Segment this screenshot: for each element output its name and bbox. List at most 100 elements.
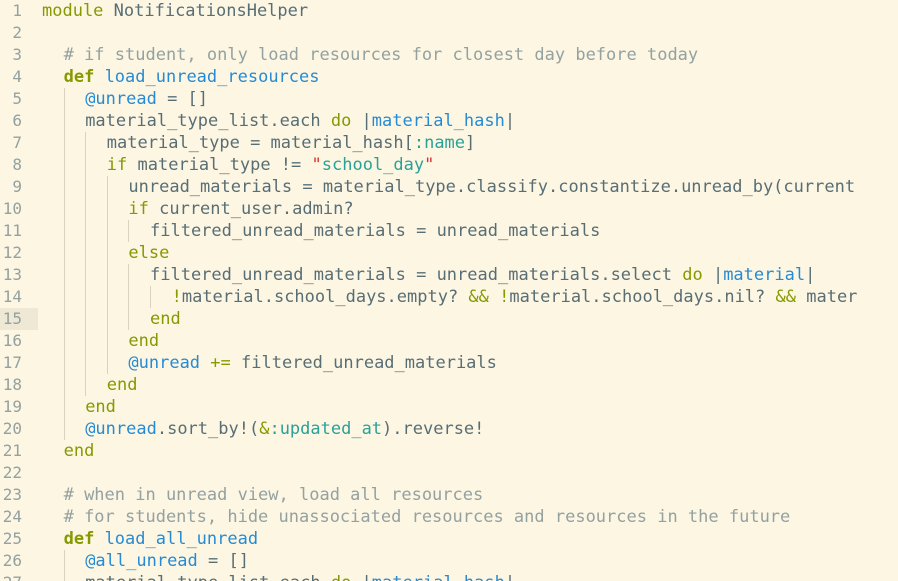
indent-guide (106, 330, 108, 352)
code-token: | (702, 265, 724, 285)
code-token: material_type_list.each (85, 573, 331, 581)
code-token: # if student, only load resources for cl… (63, 45, 699, 65)
code-line[interactable]: 18 end (0, 374, 898, 396)
code-line[interactable]: 10 if current_user.admin? (0, 198, 898, 220)
line-number: 1 (12, 1, 22, 20)
line-number: 15 (2, 309, 22, 328)
indent-guide (63, 330, 65, 352)
code-token: @unread (85, 89, 157, 109)
indent-guide (63, 242, 65, 264)
code-line[interactable]: 16 end (0, 330, 898, 352)
line-number: 12 (2, 243, 22, 262)
code-token: | (351, 111, 372, 131)
line-number: 19 (2, 397, 22, 416)
indent-guide (106, 286, 108, 308)
line-code: if current_user.admin? (128, 198, 353, 220)
code-token: | (805, 265, 816, 285)
code-line[interactable]: 11 filtered_unread_materials = unread_mat… (0, 220, 898, 242)
indent-guide (106, 176, 108, 198)
code-line[interactable]: 19 end (0, 396, 898, 418)
code-line[interactable]: 26 @all_unread = [] (0, 550, 898, 572)
code-line[interactable]: 14 !material.school_days.empty? && !mater… (0, 286, 898, 308)
indent-guide (63, 396, 65, 418)
code-line[interactable]: 15 end (0, 308, 898, 330)
indent-guide (106, 242, 108, 264)
indent-guide (63, 264, 65, 286)
indent-guide (85, 308, 87, 330)
code-line[interactable]: 22 (0, 462, 898, 484)
line-number: 8 (12, 155, 22, 174)
code-token: end (106, 375, 138, 395)
code-line[interactable]: 27 material_type_list.each do |material_h… (0, 572, 898, 581)
code-token: end (63, 441, 95, 461)
line-code: !material.school_days.empty? && !materia… (172, 286, 858, 308)
line-number: 27 (0, 572, 22, 581)
code-line[interactable]: 1 module NotificationsHelper (0, 0, 898, 22)
code-token: material.school_days.empty? (181, 287, 469, 307)
code-line[interactable]: 4 def load_unread_resources (0, 66, 898, 88)
code-token: else (128, 243, 170, 263)
line-code: @unread += filtered_unread_materials (128, 352, 497, 374)
indent-guide (63, 286, 65, 308)
code-token: material_type_list.each (85, 111, 331, 131)
code-line[interactable]: 24 # for students, hide unassociated reso… (0, 506, 898, 528)
code-token: " (311, 155, 322, 175)
code-token: ).reverse! (382, 419, 485, 439)
code-line[interactable]: 12 else (0, 242, 898, 264)
code-token: end (85, 397, 116, 417)
code-token: && (775, 287, 796, 307)
code-line[interactable]: 9 unread_materials = material_type.classi… (0, 176, 898, 198)
code-line[interactable]: 6 material_type_list.each do |material_ha… (0, 110, 898, 132)
line-code: end (150, 308, 181, 330)
code-line[interactable]: 21 end (0, 440, 898, 462)
code-line[interactable]: 2 (0, 22, 898, 44)
code-token: " (424, 155, 435, 175)
code-token: end (150, 309, 181, 329)
code-line[interactable]: 7 material_type = material_hash[:name] (0, 132, 898, 154)
indent-guide (63, 418, 65, 440)
code-line[interactable]: 3 # if student, only load resources for c… (0, 44, 898, 66)
code-line[interactable]: 5 @unread = [] (0, 88, 898, 110)
indent-guide (63, 132, 65, 154)
line-number: 21 (2, 441, 22, 460)
line-number: 26 (2, 551, 22, 570)
code-token: material_type = material_hash[ (106, 133, 414, 153)
line-code: material_type = material_hash[:name] (107, 132, 475, 154)
line-code: def load_unread_resources (64, 66, 320, 88)
code-token: module (42, 1, 104, 21)
indent-guide (63, 110, 65, 132)
code-line[interactable]: 8 if material_type != "school_day" (0, 154, 898, 176)
line-code: else (128, 242, 169, 264)
line-code: end (85, 396, 116, 418)
code-token: unread_materials = material_type.classif… (128, 177, 856, 197)
code-line[interactable]: 20 @unread.sort_by!(&:updated_at).reverse… (0, 418, 898, 440)
code-line[interactable]: 25 def load_all_unread (0, 528, 898, 550)
code-token: end (128, 331, 160, 351)
code-token: do (330, 111, 352, 131)
code-line[interactable]: 23 # when in unread view, load all resour… (0, 484, 898, 506)
indent-guide (85, 330, 87, 352)
line-code: filtered_unread_materials = unread_mater… (150, 264, 815, 286)
indent-guide (106, 198, 108, 220)
code-token: load_unread_resources (104, 67, 320, 87)
line-code: material_type_list.each do |material_has… (85, 572, 515, 581)
code-token: school_day (321, 155, 425, 175)
indent-guide (85, 286, 87, 308)
code-editor[interactable]: 1 module NotificationsHelper 2 3 # if studen… (0, 0, 898, 581)
line-code: end (107, 374, 138, 396)
indent-guide (63, 352, 65, 374)
code-line[interactable]: 13 filtered_unread_materials = unread_mat… (0, 264, 898, 286)
code-token: ] (465, 133, 476, 153)
line-number: 17 (2, 353, 22, 372)
indent-guide (128, 286, 130, 308)
line-number: 25 (2, 529, 22, 548)
code-line[interactable]: 17 @unread += filtered_unread_materials (0, 352, 898, 374)
indent-guide (63, 88, 65, 110)
code-token: @unread (85, 419, 157, 439)
code-token: material_hash (372, 573, 505, 581)
code-token: | (351, 573, 372, 581)
indent-guide (85, 374, 87, 396)
code-token: do (331, 573, 351, 581)
indent-guide (106, 352, 108, 374)
